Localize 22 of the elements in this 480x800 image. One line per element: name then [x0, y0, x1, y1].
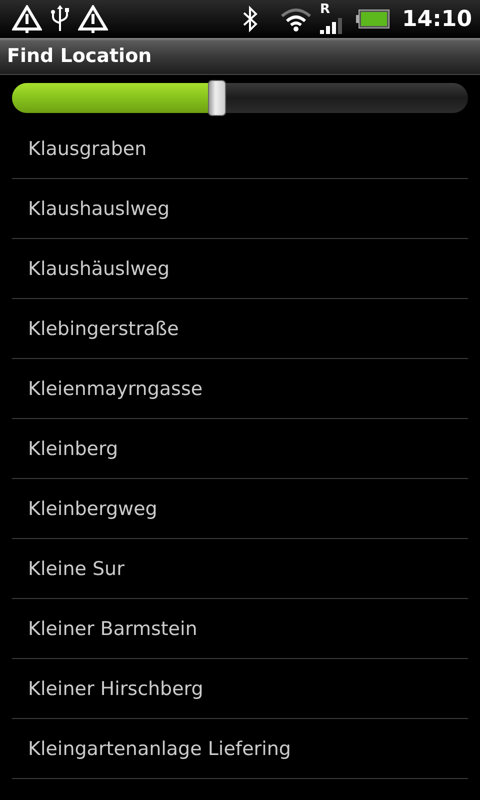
location-list-item[interactable]: Kleinbergweg [12, 479, 468, 539]
bluetooth-icon [242, 5, 258, 33]
roaming-indicator: R [320, 2, 330, 17]
location-list-item[interactable]: Kleienmayrngasse [12, 359, 468, 419]
location-list-item[interactable]: Klaushäuslweg [12, 239, 468, 299]
location-list-item[interactable]: Kleingartenanlage Liefering [12, 719, 468, 779]
location-list-item[interactable]: Kleiner Barmstein [12, 599, 468, 659]
warning-icon [12, 5, 42, 33]
screen-title: Find Location [7, 45, 152, 67]
slider-track[interactable] [12, 83, 468, 113]
clock-time: 14:10 [402, 6, 472, 32]
location-list-item[interactable]: Kleine Sur [12, 539, 468, 599]
slider-thumb[interactable] [208, 80, 226, 116]
wifi-icon [280, 6, 312, 32]
location-list-item[interactable]: Klausgraben [12, 119, 468, 179]
location-list-item[interactable]: Kleinberg [12, 419, 468, 479]
location-list-item[interactable]: Klaushauslweg [12, 179, 468, 239]
warning-icon [78, 5, 108, 33]
usb-icon [50, 5, 70, 33]
location-list-item[interactable]: Kleiner Hirschberg [12, 659, 468, 719]
battery-icon [356, 9, 390, 29]
location-list-item[interactable]: Klebingerstraße [12, 299, 468, 359]
